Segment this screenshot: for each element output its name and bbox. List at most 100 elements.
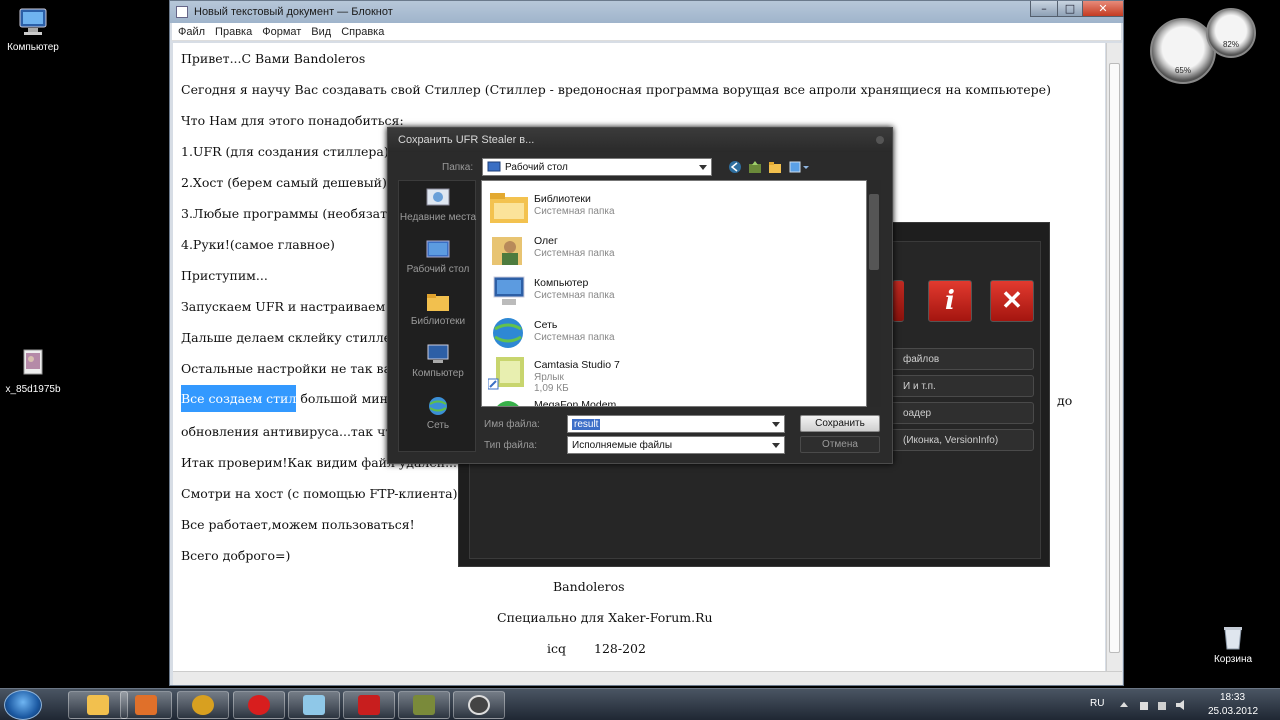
view-menu-icon[interactable] <box>789 160 811 174</box>
dialog-close-icon[interactable] <box>876 136 884 144</box>
text-line: Остальные настройки не так важ <box>181 361 403 376</box>
desktop-folder-icon <box>487 161 501 172</box>
text-line: обновления антивируса...так что <box>181 424 400 439</box>
notepad-horizontal-scrollbar[interactable] <box>173 671 1122 685</box>
save-button[interactable]: Сохранить <box>800 415 880 432</box>
menu-file[interactable]: Файл <box>178 26 205 38</box>
filetype-select[interactable]: Исполняемые файлы <box>567 436 785 454</box>
new-folder-icon[interactable] <box>768 160 782 174</box>
network-globe-icon <box>493 318 523 348</box>
opera-icon <box>248 695 270 715</box>
save-dialog[interactable]: Сохранить UFR Stealer в... Папка: Рабочи… <box>387 127 893 464</box>
scrollbar-thumb[interactable] <box>869 194 879 270</box>
desktop-icon-label: Корзина <box>1213 654 1253 665</box>
minimize-button[interactable]: – <box>1030 1 1058 17</box>
file-type: Системная папка <box>534 332 615 343</box>
place-label: Сеть <box>426 420 450 431</box>
place-desktop[interactable]: Рабочий стол <box>399 239 477 275</box>
text-line: Запускаем UFR и настраиваем "С <box>181 299 405 314</box>
list-item[interactable]: Библиотеки Системная папка <box>486 185 856 227</box>
text-line: Все работает,можем пользоваться! <box>181 517 415 532</box>
place-libraries[interactable]: Библиотеки <box>399 291 477 327</box>
file-name: Компьютер <box>534 277 589 289</box>
menu-edit[interactable]: Правка <box>215 26 252 38</box>
file-type: Системная папка <box>534 206 615 217</box>
text-line: Привет...С Вами Bandoleros <box>181 51 366 66</box>
ufr-option[interactable]: файлов <box>890 348 1034 370</box>
info-button[interactable]: i <box>928 280 972 322</box>
place-label: Библиотеки <box>410 316 466 327</box>
ram-meter-value: 82% <box>1222 40 1239 49</box>
taskbar-ufr-stealer[interactable] <box>453 691 505 719</box>
notepad-vertical-scrollbar[interactable] <box>1106 43 1122 671</box>
computer-icon <box>427 344 449 363</box>
place-network[interactable]: Сеть <box>399 395 477 431</box>
ufr-option[interactable]: И и т.п. <box>890 375 1034 397</box>
text-line: 3.Любые программы (необязатель <box>181 206 410 221</box>
notepad-title: Новый текстовый документ — Блокнот <box>194 6 393 18</box>
file-name: Сеть <box>534 319 558 331</box>
menu-help[interactable]: Справка <box>341 26 384 38</box>
taskbar-app[interactable] <box>177 691 229 719</box>
text-line: 1.UFR (для создания стиллера) <box>181 144 389 159</box>
folder-value: Рабочий стол <box>505 161 568 173</box>
app-icon <box>413 695 435 715</box>
language-indicator[interactable]: RU <box>1090 698 1104 709</box>
cancel-button[interactable]: Отмена <box>800 436 880 453</box>
folder-label: Папка: <box>442 162 474 173</box>
list-item[interactable]: Олег Системная папка <box>486 227 856 269</box>
chevron-down-icon <box>772 422 780 427</box>
ufr-option[interactable]: оадер <box>890 402 1034 424</box>
user-folder-icon <box>492 237 522 265</box>
clock-date[interactable]: 25.03.2012 <box>1208 706 1258 717</box>
taskbar-opera[interactable] <box>233 691 285 719</box>
menu-view[interactable]: Вид <box>311 26 331 38</box>
taskbar-explorer[interactable] <box>68 691 128 719</box>
file-type: Системная папка <box>534 248 615 259</box>
place-computer[interactable]: Компьютер <box>399 343 477 379</box>
list-item[interactable]: Компьютер Системная папка <box>486 269 856 311</box>
clock-time[interactable]: 18:33 <box>1220 692 1245 703</box>
dialog-titlebar[interactable]: Сохранить UFR Stealer в... <box>388 128 892 152</box>
taskbar-media-player[interactable] <box>120 691 172 719</box>
desktop-icon <box>426 240 450 258</box>
list-item[interactable]: Camtasia Studio 7 Ярлык 1,09 КБ <box>486 351 856 394</box>
ufr-option[interactable]: (Иконка, VersionInfo) <box>890 429 1034 451</box>
up-folder-icon[interactable] <box>748 160 762 174</box>
list-item[interactable]: Сеть Системная папка <box>486 311 856 353</box>
filename-input[interactable]: result <box>567 415 785 433</box>
desktop-icon-computer[interactable]: Компьютер <box>0 6 66 53</box>
dialog-title: Сохранить UFR Stealer в... <box>398 134 535 146</box>
ram-meter-gadget[interactable]: 82% <box>1206 8 1256 58</box>
folder-combo[interactable]: Рабочий стол <box>482 158 712 176</box>
scrollbar-thumb[interactable] <box>1109 63 1120 653</box>
text-line: Приступим... <box>181 268 268 283</box>
ufr-partial-button[interactable] <box>892 280 904 322</box>
place-recent[interactable]: Недавние места <box>399 187 477 223</box>
list-item[interactable]: MegaFon Modem <box>486 391 856 406</box>
notepad-icon <box>176 6 188 18</box>
file-list-scrollbar[interactable] <box>867 180 881 407</box>
maximize-button[interactable]: □ <box>1057 1 1083 17</box>
desktop-icon-file[interactable]: x_85d1975b <box>0 348 66 395</box>
text-line: Всего доброго=) <box>181 548 291 563</box>
text-line: Дальше делаем склейку стиллера с <box>181 330 418 345</box>
chevron-down-icon <box>772 443 780 448</box>
notepad-titlebar[interactable]: Новый текстовый документ — Блокнот <box>170 1 1123 23</box>
menu-format[interactable]: Формат <box>262 26 301 38</box>
text-line: icq <box>547 641 567 656</box>
recycle-bin-icon <box>1216 624 1250 650</box>
taskbar-app-2[interactable] <box>398 691 450 719</box>
start-button[interactable] <box>4 690 42 720</box>
taskbar-filezilla[interactable] <box>343 691 395 719</box>
desktop-icon-recycle-bin[interactable]: Корзина <box>1200 624 1266 665</box>
ufr-close-button[interactable]: ✕ <box>990 280 1034 322</box>
close-button[interactable]: ✕ <box>1082 1 1124 17</box>
chevron-down-icon <box>699 165 707 170</box>
place-label: Рабочий стол <box>406 264 470 275</box>
text-line: Специально для Xaker-Forum.Ru <box>497 610 713 625</box>
back-icon[interactable] <box>728 160 742 174</box>
taskbar-notepad[interactable] <box>288 691 340 719</box>
file-list[interactable]: Библиотеки Системная папка Олег Системна… <box>481 180 867 407</box>
computer-icon <box>16 6 50 38</box>
